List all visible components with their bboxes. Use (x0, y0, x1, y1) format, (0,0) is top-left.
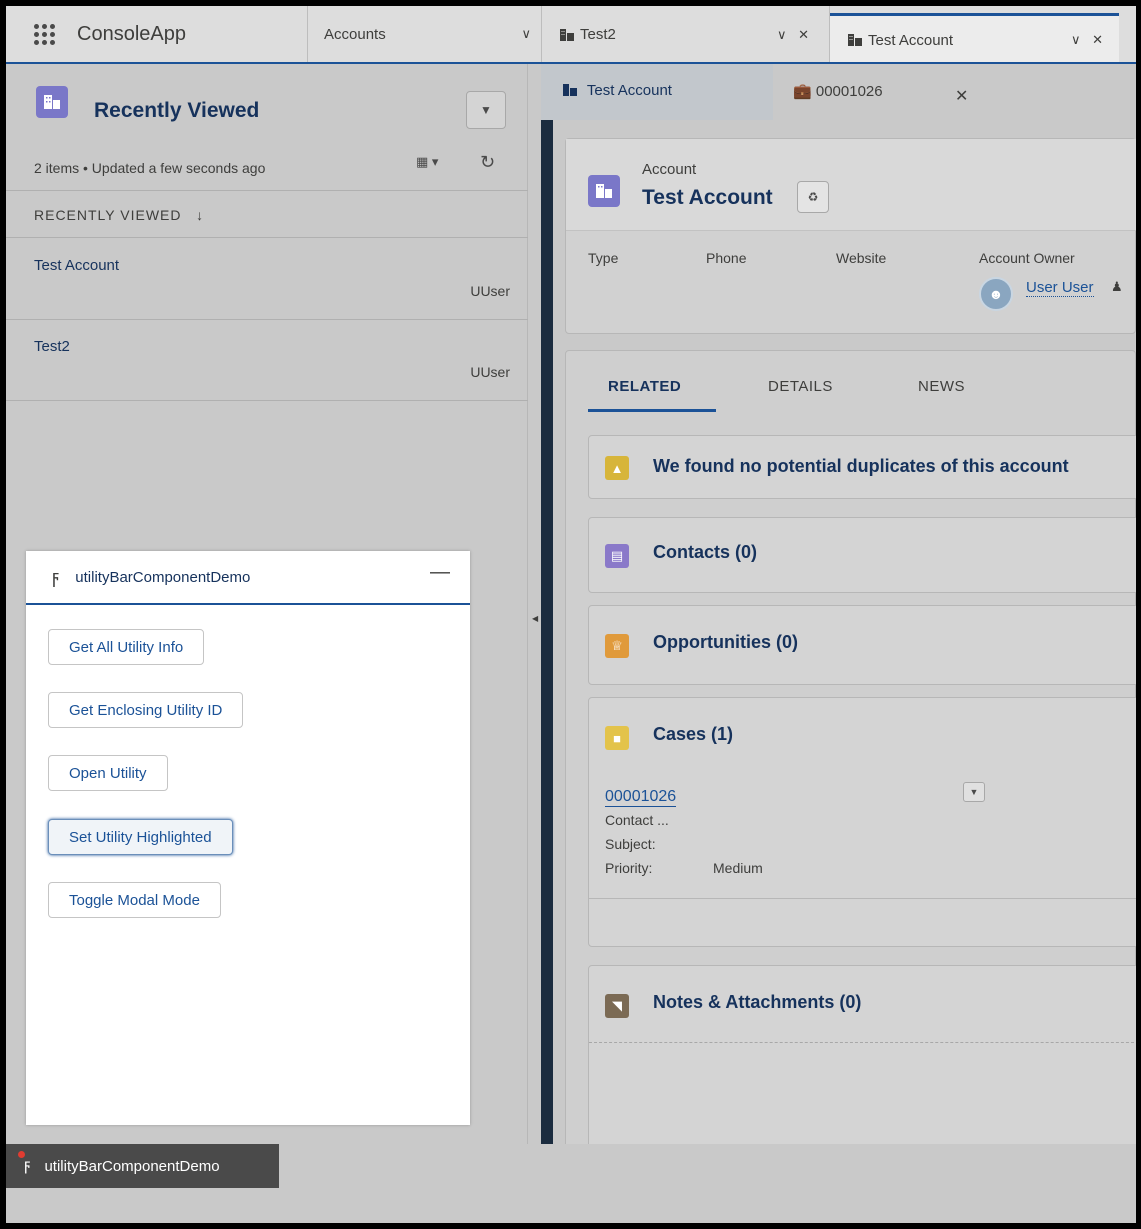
chevron-down-icon[interactable]: ∨ (521, 26, 531, 42)
duplicate-message: We found no potential duplicates of this… (653, 456, 1069, 476)
panel-divider (541, 120, 553, 1144)
subtab-label: Test Account (586, 82, 672, 99)
utility-panel-title: utilityBarComponentDemo (75, 568, 251, 586)
case-contact-label: Contact ... (605, 812, 669, 828)
account-owner-link[interactable]: User User (1026, 279, 1094, 297)
record-workspace: Test Account 💼 00001026 ✕ Account Test A… (541, 64, 1136, 1165)
record-header-top (566, 139, 1136, 231)
lightning-icon: ϝ (52, 566, 60, 587)
crown-icon: ♕ (605, 634, 629, 658)
utility-panel-header: ϝ utilityBarComponentDemo — (26, 551, 470, 605)
utility-panel: ϝ utilityBarComponentDemo — Get All Util… (26, 551, 470, 1125)
list-item-owner: UUser (470, 283, 510, 299)
minimize-icon[interactable]: — (430, 561, 450, 584)
workspace-tab-test2[interactable]: Test2 ∨ ✕ (542, 6, 830, 63)
list-item[interactable]: Test Account UUser (6, 239, 528, 320)
nav-item-accounts[interactable]: Accounts ∨ (308, 6, 542, 63)
active-tab-indicator (588, 409, 716, 412)
workspace-tab-test-account[interactable]: Test Account ∨ ✕ (830, 13, 1119, 64)
opportunities-title[interactable]: Opportunities (0) (653, 632, 798, 653)
tab-news[interactable]: NEWS (918, 378, 965, 395)
account-icon (848, 34, 862, 46)
notes-icon: ◥ (605, 994, 629, 1018)
record-body: RELATED DETAILS NEWS ▲ We found no poten… (565, 350, 1136, 1165)
list-item-owner: UUser (470, 364, 510, 380)
notes-title[interactable]: Notes & Attachments (0) (653, 992, 861, 1013)
tab-details[interactable]: DETAILS (768, 378, 833, 395)
tab-controls[interactable]: ∨ ✕ (1071, 32, 1107, 48)
panel-collapse-handle[interactable]: ◀ (532, 614, 538, 623)
app-launcher-area: ConsoleApp (6, 6, 308, 63)
list-item[interactable]: Test2 UUser (6, 320, 528, 401)
open-utility-button[interactable]: Open Utility (48, 755, 168, 791)
card-divider (589, 898, 1136, 899)
account-icon (563, 84, 577, 96)
list-view-title: Recently Viewed (94, 99, 260, 122)
change-owner-icon[interactable]: ♟ (1111, 279, 1123, 295)
account-icon (588, 175, 620, 207)
case-subject-label: Subject: (605, 836, 656, 852)
get-enclosing-utility-id-button[interactable]: Get Enclosing Utility ID (48, 692, 244, 728)
contacts-card: ▤ Contacts (0) (588, 517, 1136, 593)
app-launcher-icon[interactable] (34, 24, 55, 45)
column-header-label: RECENTLY VIEWED (34, 207, 182, 223)
lightning-icon: ϝ (18, 1151, 30, 1175)
field-label-phone: Phone (706, 250, 747, 266)
utility-bar: ϝ utilityBarComponentDemo (6, 1144, 1136, 1223)
account-icon (560, 28, 574, 41)
field-label-website: Website (836, 250, 887, 266)
case-number-link[interactable]: 00001026 (605, 788, 677, 807)
subtab-label: 00001026 (815, 83, 883, 100)
set-utility-highlighted-button[interactable]: Set Utility Highlighted (48, 819, 233, 855)
tab-label: Test2 (580, 26, 616, 43)
cases-title[interactable]: Cases (1) (653, 724, 733, 745)
app-name: ConsoleApp (77, 23, 186, 45)
field-label-account-owner: Account Owner (979, 250, 1075, 266)
list-item-name[interactable]: Test Account (34, 257, 119, 274)
tab-related[interactable]: RELATED (608, 378, 681, 395)
close-icon[interactable]: ✕ (955, 86, 968, 106)
account-icon (36, 86, 68, 118)
display-as-icon[interactable]: ▦ ▾ (416, 154, 438, 170)
utility-bar-item-label: utilityBarComponentDemo (44, 1157, 220, 1175)
global-nav-bar: ConsoleApp Accounts ∨ Test2 ∨ ✕ Test Acc… (6, 6, 1136, 64)
highlight-badge (18, 1151, 25, 1158)
duplicate-icon: ▲ (605, 456, 629, 480)
briefcase-icon: ■ (605, 726, 629, 750)
arrow-down-icon: ↓ (186, 207, 205, 223)
record-name: Test Account (642, 186, 773, 209)
tab-controls[interactable]: ∨ ✕ (777, 27, 813, 43)
contact-icon: ▤ (605, 544, 629, 568)
duplicate-card: ▲ We found no potential duplicates of th… (588, 435, 1136, 499)
notes-card: ◥ Notes & Attachments (0) (588, 965, 1136, 1165)
record-header: Account Test Account ♻ Type Phone Websit… (565, 138, 1136, 334)
case-row-dropdown[interactable]: ▼ (963, 782, 985, 802)
subtab-case[interactable]: 💼 00001026 ✕ (773, 64, 973, 120)
utility-bar-item[interactable]: ϝ utilityBarComponentDemo (6, 1144, 279, 1188)
refresh-icon[interactable]: ↻ (480, 152, 495, 173)
get-all-utility-info-button[interactable]: Get All Utility Info (48, 629, 205, 665)
toggle-modal-mode-button[interactable]: Toggle Modal Mode (48, 882, 221, 918)
subtab-bar: Test Account 💼 00001026 ✕ (541, 64, 1136, 120)
list-view-meta: 2 items • Updated a few seconds ago (34, 160, 266, 176)
console-window: ConsoleApp Accounts ∨ Test2 ∨ ✕ Test Acc… (6, 6, 1136, 1223)
case-priority-value: Medium (713, 860, 763, 876)
record-object-label: Account (642, 161, 697, 178)
avatar: ☻ (979, 277, 1013, 311)
tab-label: Test Account (868, 31, 954, 49)
cases-card: ■ Cases (1) 00001026 ▼ Contact ... Subje… (588, 697, 1136, 947)
hierarchy-icon[interactable]: ♻ (797, 181, 829, 213)
list-view-dropdown-button[interactable]: ▼ (466, 91, 506, 129)
nav-item-label: Accounts (324, 26, 386, 43)
case-priority-label: Priority: (605, 860, 653, 876)
contacts-title[interactable]: Contacts (0) (653, 542, 757, 563)
opportunities-card: ♕ Opportunities (0) (588, 605, 1136, 685)
list-item-name[interactable]: Test2 (34, 338, 70, 355)
briefcase-icon: 💼 (793, 83, 812, 100)
subtab-test-account[interactable]: Test Account (541, 64, 773, 120)
field-label-type: Type (588, 250, 619, 266)
column-header-recently-viewed[interactable]: RECENTLY VIEWED ↓ (6, 190, 528, 238)
